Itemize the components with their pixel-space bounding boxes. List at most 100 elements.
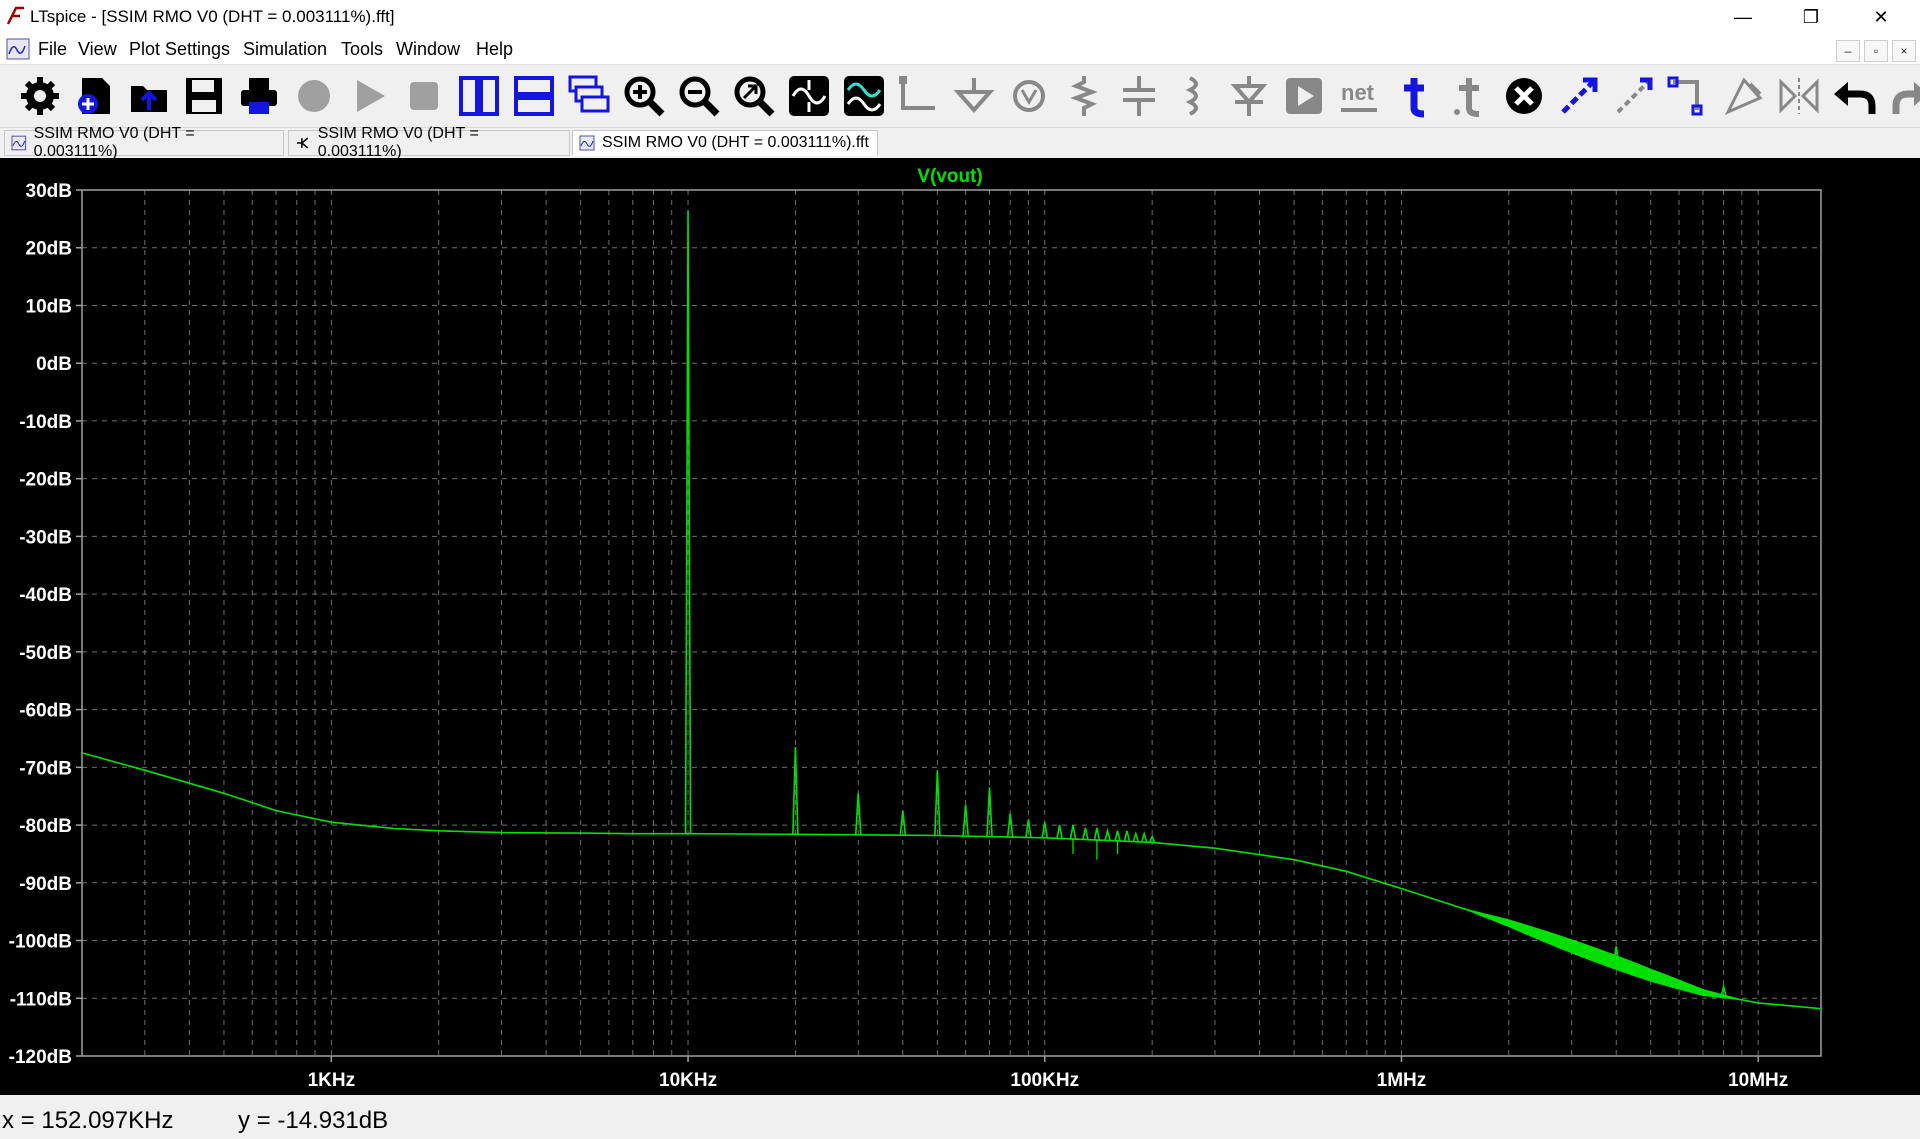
- minimize-button[interactable]: —: [1714, 0, 1772, 34]
- mdi-restore-button[interactable]: ▫: [1864, 40, 1888, 62]
- trace-peak: [1082, 827, 1089, 840]
- y-tick-label: 0dB: [36, 354, 72, 375]
- y-tick-label: -100dB: [9, 932, 72, 953]
- window-title: LTspice - [SSIM RMO V0 (DHT = 0.003111%)…: [30, 7, 395, 26]
- spice-directive-icon[interactable]: [1445, 72, 1493, 120]
- new-schematic-icon[interactable]: [70, 72, 118, 120]
- gear-icon[interactable]: [16, 72, 64, 120]
- menu-simulation[interactable]: Simulation: [243, 39, 327, 60]
- flip-icon[interactable]: [1775, 72, 1823, 120]
- y-tick-label: -80dB: [19, 816, 72, 837]
- trace-peak: [1114, 830, 1121, 842]
- mirror-icon[interactable]: [1720, 72, 1768, 120]
- add-trace-icon[interactable]: [840, 72, 888, 120]
- redo-icon[interactable]: [1884, 72, 1920, 120]
- trace-peak: [1104, 827, 1111, 841]
- trace-label[interactable]: V(vout): [917, 166, 982, 187]
- waveform-doc-icon: [579, 135, 595, 151]
- cascade-icon[interactable]: [565, 72, 613, 120]
- run-icon[interactable]: [345, 72, 393, 120]
- y-tick-label: -40dB: [19, 585, 72, 606]
- menu-plot-settings[interactable]: Plot Settings: [129, 39, 230, 60]
- x-tick-label: 1MHz: [1377, 1070, 1427, 1091]
- mdi-close-button[interactable]: ×: [1892, 40, 1916, 62]
- menu-window[interactable]: Window: [396, 39, 460, 60]
- plot-frame: [81, 189, 1822, 1057]
- text-icon[interactable]: [1390, 72, 1438, 120]
- delete-icon[interactable]: [1500, 72, 1548, 120]
- zoom-fit-icon[interactable]: [730, 72, 778, 120]
- y-tick-label: -20dB: [19, 470, 72, 491]
- mdi-minimize-button[interactable]: –: [1836, 40, 1860, 62]
- zoom-out-icon[interactable]: [675, 72, 723, 120]
- tab-label: SSIM RMO V0 (DHT = 0.003111%): [317, 125, 479, 160]
- component-icon[interactable]: [1280, 72, 1328, 120]
- zoom-in-icon[interactable]: [620, 72, 668, 120]
- y-axis[interactable]: 30dB 20dB 10dB 0dB -10dB -20dB -30dB -40dB -50dB…: [9, 181, 82, 1068]
- resistor-icon[interactable]: [1060, 72, 1108, 120]
- y-tick-label: -10dB: [19, 412, 72, 433]
- x-axis[interactable]: 1KHz 10KHz 100KHz 1MHz 10MHz: [308, 1056, 1789, 1091]
- close-button[interactable]: ✕: [1852, 0, 1910, 34]
- trace-noise-band: [1464, 908, 1740, 1001]
- y-tick-label: -90dB: [19, 874, 72, 895]
- halt-icon[interactable]: [290, 72, 338, 120]
- title-bar: LTspice - [SSIM RMO V0 (DHT = 0.003111%)…: [0, 0, 1920, 34]
- tab-label: SSIM RMO V0 (DHT = 0.003111%).fft: [602, 134, 869, 151]
- voltage-source-icon[interactable]: [1005, 72, 1053, 120]
- trace-peak: [1093, 827, 1101, 841]
- move-icon[interactable]: [1555, 72, 1603, 120]
- autorange-icon[interactable]: [785, 72, 833, 120]
- stop-icon[interactable]: [400, 72, 448, 120]
- trace-peak: [1123, 830, 1131, 842]
- x-tick-label: 10KHz: [659, 1070, 717, 1091]
- y-tick-label: -120dB: [9, 1047, 72, 1068]
- tab-waveform[interactable]: SSIM RMO V0 (DHT = 0.003111%): [4, 125, 284, 160]
- schematic-doc-icon: [296, 137, 309, 149]
- menu-view[interactable]: View: [78, 39, 117, 60]
- cursor-y-readout: y = -14.931dB: [238, 1107, 389, 1134]
- wire-icon[interactable]: [895, 72, 943, 120]
- waveform-doc-icon[interactable]: [6, 38, 30, 60]
- trace-noise-floor: [81, 752, 1822, 1010]
- toolbar: net: [0, 65, 1920, 128]
- y-tick-label: 10dB: [26, 296, 72, 317]
- drag-icon[interactable]: [1610, 72, 1658, 120]
- y-tick-label: -50dB: [19, 643, 72, 664]
- plot-grid: [82, 190, 1821, 1056]
- document-tab-bar: SSIM RMO V0 (DHT = 0.003111%) SSIM RMO V…: [0, 125, 1920, 160]
- menu-help[interactable]: Help: [476, 39, 513, 60]
- waveform-plot-pane[interactable]: 30dB 20dB 10dB 0dB -10dB -20dB -30dB -40dB -50dB…: [0, 158, 1920, 1095]
- save-icon[interactable]: [180, 72, 228, 120]
- tab-schematic[interactable]: SSIM RMO V0 (DHT = 0.003111%): [288, 125, 570, 160]
- x-tick-label: 10MHz: [1728, 1070, 1788, 1091]
- cursor-x-readout: x = 152.097KHz: [2, 1107, 174, 1134]
- restore-button[interactable]: ❐: [1782, 0, 1840, 34]
- y-tick-label: 20dB: [26, 239, 72, 260]
- print-icon[interactable]: [235, 72, 283, 120]
- ground-icon[interactable]: [950, 72, 998, 120]
- menu-tools[interactable]: Tools: [341, 39, 383, 60]
- capacitor-icon[interactable]: [1115, 72, 1163, 120]
- tile-horizontal-icon[interactable]: [510, 72, 558, 120]
- menu-bar: File View Plot Settings Simulation Tools…: [0, 34, 1920, 65]
- ltspice-logo-icon: [6, 6, 24, 25]
- status-bar: x = 152.097KHz y = -14.931dB: [0, 1095, 1920, 1139]
- tab-fft[interactable]: SSIM RMO V0 (DHT = 0.003111%).fft: [572, 130, 878, 156]
- net-label-icon[interactable]: net: [1335, 72, 1383, 120]
- tile-vertical-icon[interactable]: [455, 72, 503, 120]
- trace-v-vout: [81, 210, 1822, 1010]
- trace-peak: [1069, 824, 1077, 840]
- x-tick-label: 100KHz: [1010, 1070, 1079, 1091]
- y-tick-label: -70dB: [19, 758, 72, 779]
- menu-file[interactable]: File: [38, 39, 67, 60]
- y-tick-label: 30dB: [26, 181, 72, 202]
- rotate-icon[interactable]: [1665, 72, 1713, 120]
- fft-chart[interactable]: 30dB 20dB 10dB 0dB -10dB -20dB -30dB -40dB -50dB…: [0, 158, 1920, 1095]
- undo-icon[interactable]: [1830, 72, 1878, 120]
- diode-icon[interactable]: [1225, 72, 1273, 120]
- trace-peak: [1041, 822, 1049, 838]
- open-icon[interactable]: [125, 72, 173, 120]
- tab-label: SSIM RMO V0 (DHT = 0.003111%): [33, 125, 195, 160]
- inductor-icon[interactable]: [1170, 72, 1218, 120]
